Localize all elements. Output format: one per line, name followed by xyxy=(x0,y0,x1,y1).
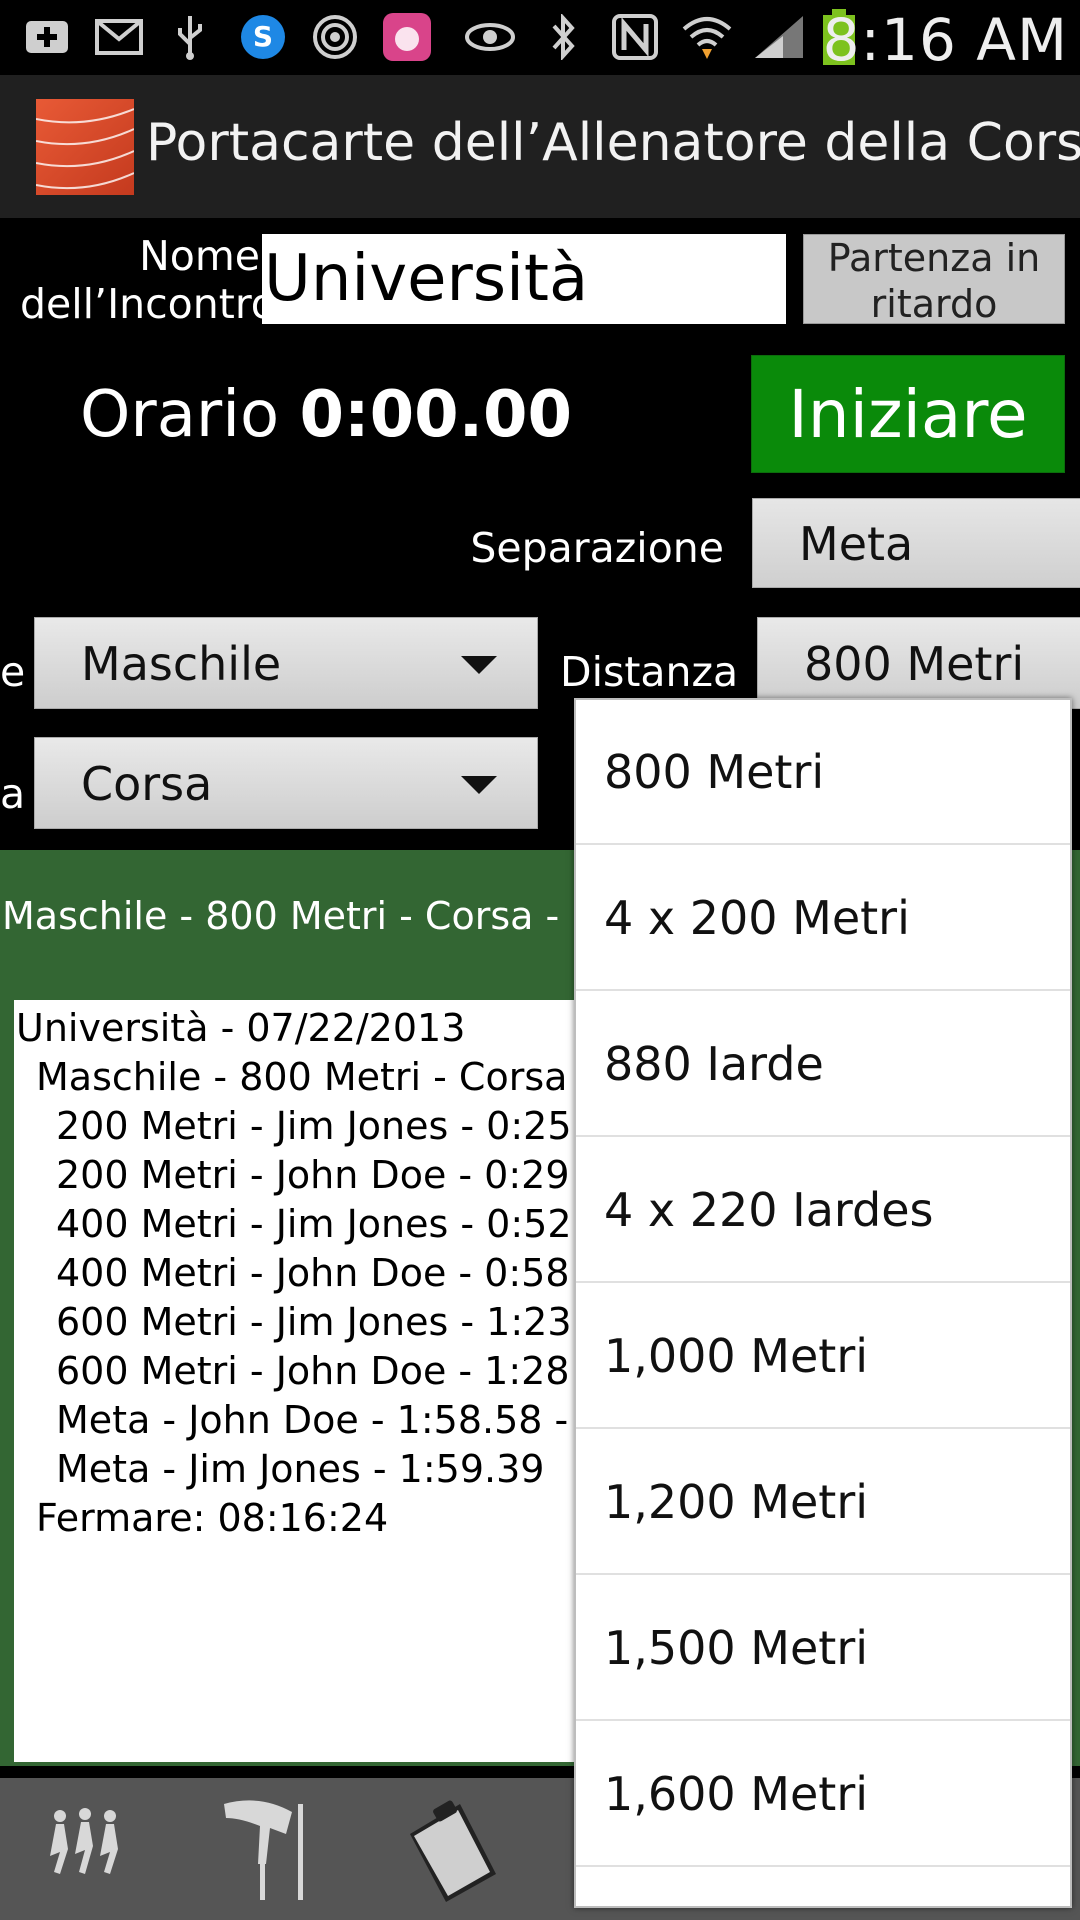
start-button[interactable]: Iniziare xyxy=(751,355,1065,473)
meet-name-label-line2: dell’Incontro xyxy=(20,280,276,328)
clipboard-icon[interactable] xyxy=(400,1794,500,1908)
event-select[interactable]: Corsa xyxy=(34,737,538,829)
log-line: 400 Metri - Jim Jones - 0:52 xyxy=(56,1202,572,1246)
dropdown-option[interactable]: 4 x 220 Iardes xyxy=(576,1138,1070,1283)
dropdown-caret-icon xyxy=(461,776,497,794)
results-log[interactable]: Università - 07/22/2013 Maschile - 800 M… xyxy=(14,1000,614,1762)
nfc-signal-icon xyxy=(308,12,362,62)
gender-select-value: Maschile xyxy=(81,637,282,691)
event-label: a xyxy=(0,770,26,818)
time-value: 0:00.00 xyxy=(299,378,573,452)
distance-select[interactable]: 800 Metri xyxy=(757,617,1080,709)
app-logo-icon xyxy=(36,99,134,195)
log-line: Fermare: 08:16:24 xyxy=(36,1496,389,1540)
signal-icon xyxy=(752,12,806,62)
dropdown-option[interactable]: 1,200 Metri xyxy=(576,1430,1070,1575)
log-line: 400 Metri - John Doe - 0:58 xyxy=(56,1251,570,1295)
log-line: Maschile - 800 Metri - Corsa xyxy=(36,1055,568,1099)
n-icon xyxy=(608,12,662,62)
app-title: Portacarte dell’Allenatore della Corsa xyxy=(146,113,1080,173)
late-start-button[interactable]: Partenza in ritardo xyxy=(803,234,1065,324)
log-line: Meta - John Doe - 1:58.58 - xyxy=(56,1398,569,1442)
eye-icon xyxy=(463,12,517,62)
split-select[interactable]: Meta xyxy=(752,498,1080,588)
wifi-icon xyxy=(680,12,734,62)
meet-name-label-line1: Nome xyxy=(139,232,260,280)
meet-name-label: Nome dell’Incontro xyxy=(20,232,276,328)
clock: 8:16 AM xyxy=(822,6,1068,74)
app-icon xyxy=(380,12,434,62)
dropdown-option[interactable]: 800 Metri xyxy=(576,700,1070,845)
runners-icon[interactable] xyxy=(40,1794,136,1898)
dropdown-caret-icon xyxy=(461,656,497,674)
distance-dropdown: 800 Metri 4 x 200 Metri 880 Iarde 4 x 22… xyxy=(574,698,1072,1908)
skype-icon: S xyxy=(236,12,290,62)
action-bar: Portacarte dell’Allenatore della Corsa xyxy=(0,75,1080,218)
event-select-value: Corsa xyxy=(81,757,213,811)
svg-text:S: S xyxy=(253,20,273,53)
mail-icon xyxy=(92,12,146,62)
log-line: 200 Metri - Jim Jones - 0:25 xyxy=(56,1104,572,1148)
gender-label: e xyxy=(0,648,26,696)
dropdown-option[interactable]: 1,500 Metri xyxy=(576,1576,1070,1721)
add-icon xyxy=(20,12,74,62)
dropdown-option[interactable]: 1,000 Metri xyxy=(576,1284,1070,1429)
status-bar: S 8:16 AM xyxy=(0,0,1080,75)
log-line: 600 Metri - John Doe - 1:28 xyxy=(56,1349,570,1393)
dropdown-option[interactable]: 4 x 200 Metri xyxy=(576,846,1070,991)
split-label: Separazione xyxy=(470,524,724,572)
log-line: 600 Metri - Jim Jones - 1:23 xyxy=(56,1300,572,1344)
meet-name-input[interactable] xyxy=(262,234,786,324)
gender-select[interactable]: Maschile xyxy=(34,617,538,709)
high-jump-icon[interactable] xyxy=(220,1794,320,1908)
time-display: Orario 0:00.00 xyxy=(80,378,572,452)
usb-icon xyxy=(163,12,217,62)
distance-label: Distanza xyxy=(560,648,739,696)
dropdown-option[interactable]: 1,600 Metri xyxy=(576,1722,1070,1867)
log-line: Università - 07/22/2013 xyxy=(16,1006,466,1050)
log-line: 200 Metri - John Doe - 0:29 xyxy=(56,1153,570,1197)
log-line: Meta - Jim Jones - 1:59.39 xyxy=(56,1447,545,1491)
dropdown-option[interactable]: 880 Iarde xyxy=(576,992,1070,1137)
bluetooth-icon xyxy=(536,12,590,62)
results-summary: Maschile - 800 Metri - Corsa - xyxy=(2,894,560,938)
time-label: Orario xyxy=(80,378,280,452)
